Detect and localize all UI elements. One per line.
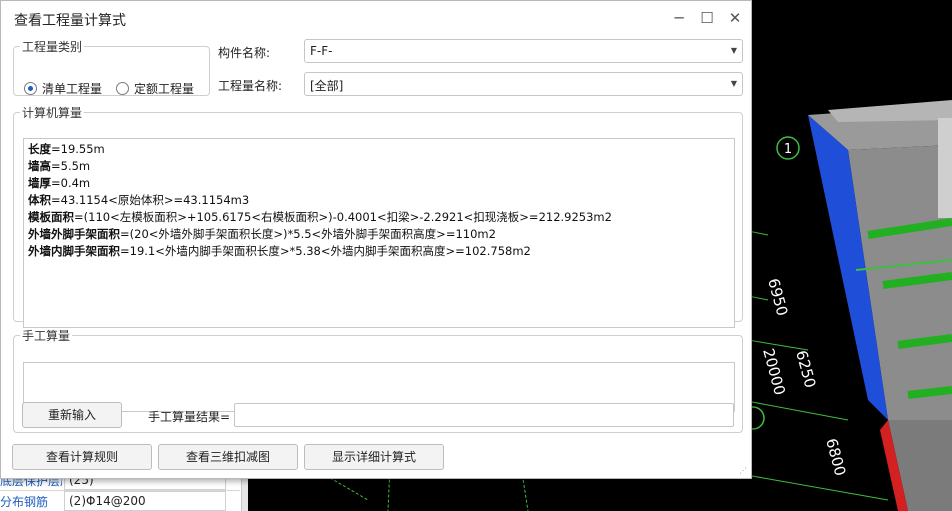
maximize-icon[interactable]: ☐ — [696, 7, 718, 29]
calc-line: 外墙外脚手架面积=(20<外墙外脚手架面积长度>)*5.5<外墙外脚手架面积高度… — [28, 226, 730, 243]
calc-line: 墙高=5.5m — [28, 158, 730, 175]
calc-formula-dialog: 查看工程量计算式 ─ ☐ ✕ 工程量类别 清单工程量 定额工程量 构件名称: F… — [0, 0, 752, 479]
dialog-titlebar[interactable]: 查看工程量计算式 ─ ☐ ✕ — [1, 1, 751, 35]
calc-line-expr: =19.1<外墙内脚手架面积长度>*5.38<外墙内脚手架面积高度>=102.7… — [120, 244, 531, 258]
calc-line-expr: =5.5m — [51, 159, 91, 173]
calc-line-expr: =43.1154<原始体积>=43.1154m3 — [51, 193, 250, 207]
manual-calc-legend: 手工算量 — [22, 329, 71, 343]
dialog-title: 查看工程量计算式 — [14, 13, 126, 29]
calc-line: 墙厚=0.4m — [28, 175, 730, 192]
dropdown-arrow-icon[interactable]: ▼ — [731, 43, 737, 59]
axis-label: 1 — [784, 142, 792, 157]
calc-line-name: 模板面积 — [28, 210, 74, 224]
quantity-name-value: [全部] — [310, 79, 344, 93]
calc-line: 外墙内脚手架面积=19.1<外墙内脚手架面积长度>*5.38<外墙内脚手架面积高… — [28, 243, 730, 260]
dimension-label: 6800 — [822, 436, 849, 478]
computer-calc-legend: 计算机算量 — [22, 106, 83, 120]
radio-quota-quantity[interactable]: 定额工程量 — [116, 80, 194, 97]
close-icon[interactable]: ✕ — [724, 7, 746, 29]
quantity-type-group: 工程量类别 清单工程量 定额工程量 — [13, 38, 210, 96]
calc-line: 长度=19.55m — [28, 141, 730, 158]
computer-calc-group: 计算机算量 长度=19.55m 墙高=5.5m 墙厚=0.4m 体积=43.11… — [13, 104, 743, 328]
property-row[interactable]: 分布钢筋 (2)Φ14@200 — [0, 490, 240, 511]
dropdown-arrow-icon[interactable]: ▼ — [731, 76, 737, 92]
dimension-label: 20000 — [759, 346, 789, 397]
calc-formula-textarea[interactable]: 长度=19.55m 墙高=5.5m 墙厚=0.4m 体积=43.1154<原始体… — [23, 138, 735, 328]
quantity-name-select[interactable]: [全部] ▼ — [304, 72, 743, 96]
radio-label: 清单工程量 — [42, 82, 103, 96]
dimension-label: 6250 — [792, 348, 819, 390]
show-detailed-formula-button[interactable]: 显示详细计算式 — [304, 444, 444, 470]
component-name-select[interactable]: F-F- ▼ — [304, 39, 743, 63]
property-label: 分布钢筋 — [0, 495, 49, 509]
view-3d-deduction-button[interactable]: 查看三维扣减图 — [158, 444, 298, 470]
calc-line-expr: =(110<左模板面积>+105.6175<右模板面积>)-0.4001<扣梁>… — [74, 210, 612, 224]
radio-label: 定额工程量 — [134, 82, 195, 96]
calc-line-expr: =19.55m — [51, 142, 105, 156]
calc-line-name: 墙高 — [28, 159, 51, 173]
quantity-name-label: 工程量名称: — [218, 79, 283, 93]
quantity-type-legend: 工程量类别 — [22, 40, 83, 54]
calc-line-name: 体积 — [28, 193, 51, 207]
calc-line-expr: =(20<外墙外脚手架面积长度>)*5.5<外墙外脚手架面积高度>=110m2 — [120, 227, 496, 241]
property-value[interactable]: (2)Φ14@200 — [64, 491, 226, 511]
calc-line-name: 外墙外脚手架面积 — [28, 227, 120, 241]
manual-result-label: 手工算量结果= — [148, 410, 231, 424]
component-name-value: F-F- — [310, 44, 333, 58]
reenter-button[interactable]: 重新输入 — [22, 402, 122, 428]
manual-result-input[interactable] — [234, 403, 734, 427]
radio-unchecked-icon[interactable] — [116, 82, 129, 95]
calc-line-name: 外墙内脚手架面积 — [28, 244, 120, 258]
dimension-label: 6950 — [764, 276, 791, 318]
view-calc-rules-button[interactable]: 查看计算规则 — [12, 444, 152, 470]
calc-line-expr: =0.4m — [51, 176, 91, 190]
calc-line: 模板面积=(110<左模板面积>+105.6175<右模板面积>)-0.4001… — [28, 209, 730, 226]
minimize-icon[interactable]: ─ — [668, 7, 690, 29]
radio-bill-quantity[interactable]: 清单工程量 — [24, 80, 102, 97]
radio-checked-icon[interactable] — [24, 82, 37, 95]
calc-line-name: 墙厚 — [28, 176, 51, 190]
component-name-label: 构件名称: — [218, 46, 271, 60]
resize-grip-icon[interactable]: ⋰ — [739, 466, 749, 476]
calc-line-name: 长度 — [28, 142, 51, 156]
calc-line: 体积=43.1154<原始体积>=43.1154m3 — [28, 192, 730, 209]
